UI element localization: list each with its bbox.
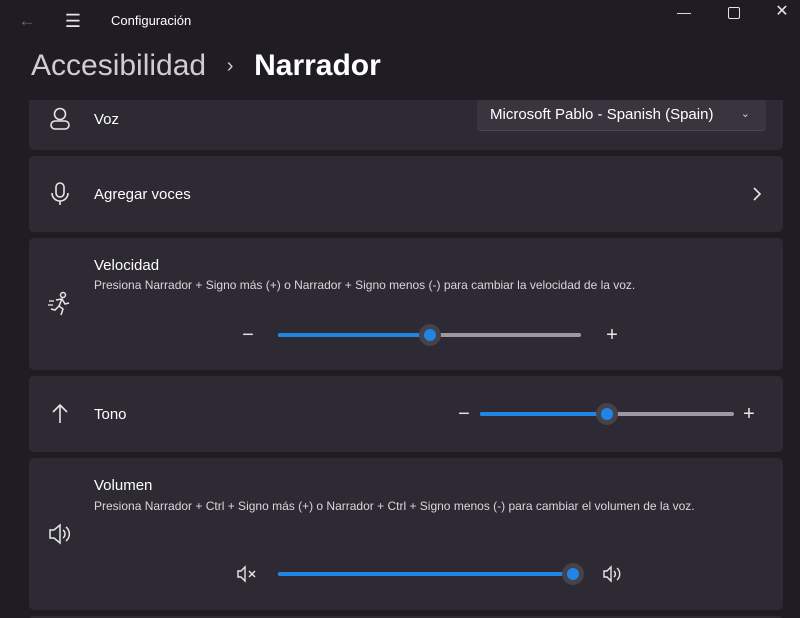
voice-label: Voz [94,111,120,128]
chevron-right-icon [753,187,762,201]
add-voices-label: Agregar voces [94,186,191,203]
breadcrumb: Accesibilidad › Narrador [31,46,381,86]
page-title: Narrador [254,49,381,82]
pitch-slider[interactable] [480,403,734,425]
title-bar: ← ☰ Configuración — ✕ [0,0,800,42]
speed-description: Presiona Narrador + Signo más (+) o Narr… [94,278,636,292]
close-button[interactable]: ✕ [758,0,800,24]
hamburger-menu-icon[interactable]: ☰ [60,9,86,33]
volume-description: Presiona Narrador + Ctrl + Signo más (+)… [94,499,695,513]
back-arrow-icon[interactable]: ← [14,9,40,33]
pitch-label: Tono [94,406,127,423]
voice-dropdown-value: Microsoft Pablo - Spanish (Spain) [490,106,714,123]
speed-slider[interactable] [278,324,581,346]
slider-thumb[interactable] [562,563,584,585]
speed-increase-button[interactable]: + [602,325,622,345]
slider-fill [480,412,607,416]
person-icon [50,107,70,130]
slider-thumb[interactable] [418,324,441,346]
speed-card: Velocidad Presiona Narrador + Signo más … [29,238,783,370]
volume-mute-icon[interactable] [236,564,258,584]
up-arrow-icon [52,403,68,423]
speed-label: Velocidad [94,257,160,274]
settings-content: Voz Microsoft Pablo - Spanish (Spain) ⌄ … [0,100,800,618]
volume-label: Volumen [94,477,153,494]
add-voices-card[interactable]: Agregar voces [29,156,783,232]
pitch-card: Tono − + [29,376,783,452]
chevron-down-icon: ⌄ [740,108,750,120]
pitch-decrease-button[interactable]: − [454,404,474,424]
minimize-button[interactable]: — [660,0,708,24]
slider-fill [278,333,430,337]
breadcrumb-parent[interactable]: Accesibilidad [31,49,206,82]
voice-card: Voz Microsoft Pablo - Spanish (Spain) ⌄ [29,100,783,150]
breadcrumb-separator: › [226,55,234,77]
microphone-icon [51,182,69,205]
voice-dropdown[interactable]: Microsoft Pablo - Spanish (Spain) ⌄ [477,100,766,131]
speed-decrease-button[interactable]: − [238,325,258,345]
slider-fill [278,572,573,576]
maximize-button[interactable] [710,0,758,24]
window-title: Configuración [111,13,192,28]
runner-icon [48,291,70,316]
speaker-icon [49,523,71,545]
volume-card: Volumen Presiona Narrador + Ctrl + Signo… [29,458,783,610]
slider-thumb[interactable] [596,403,618,425]
volume-max-icon[interactable] [602,564,624,584]
pitch-increase-button[interactable]: + [739,404,759,424]
volume-slider[interactable] [278,563,584,585]
maximize-icon [728,7,740,20]
